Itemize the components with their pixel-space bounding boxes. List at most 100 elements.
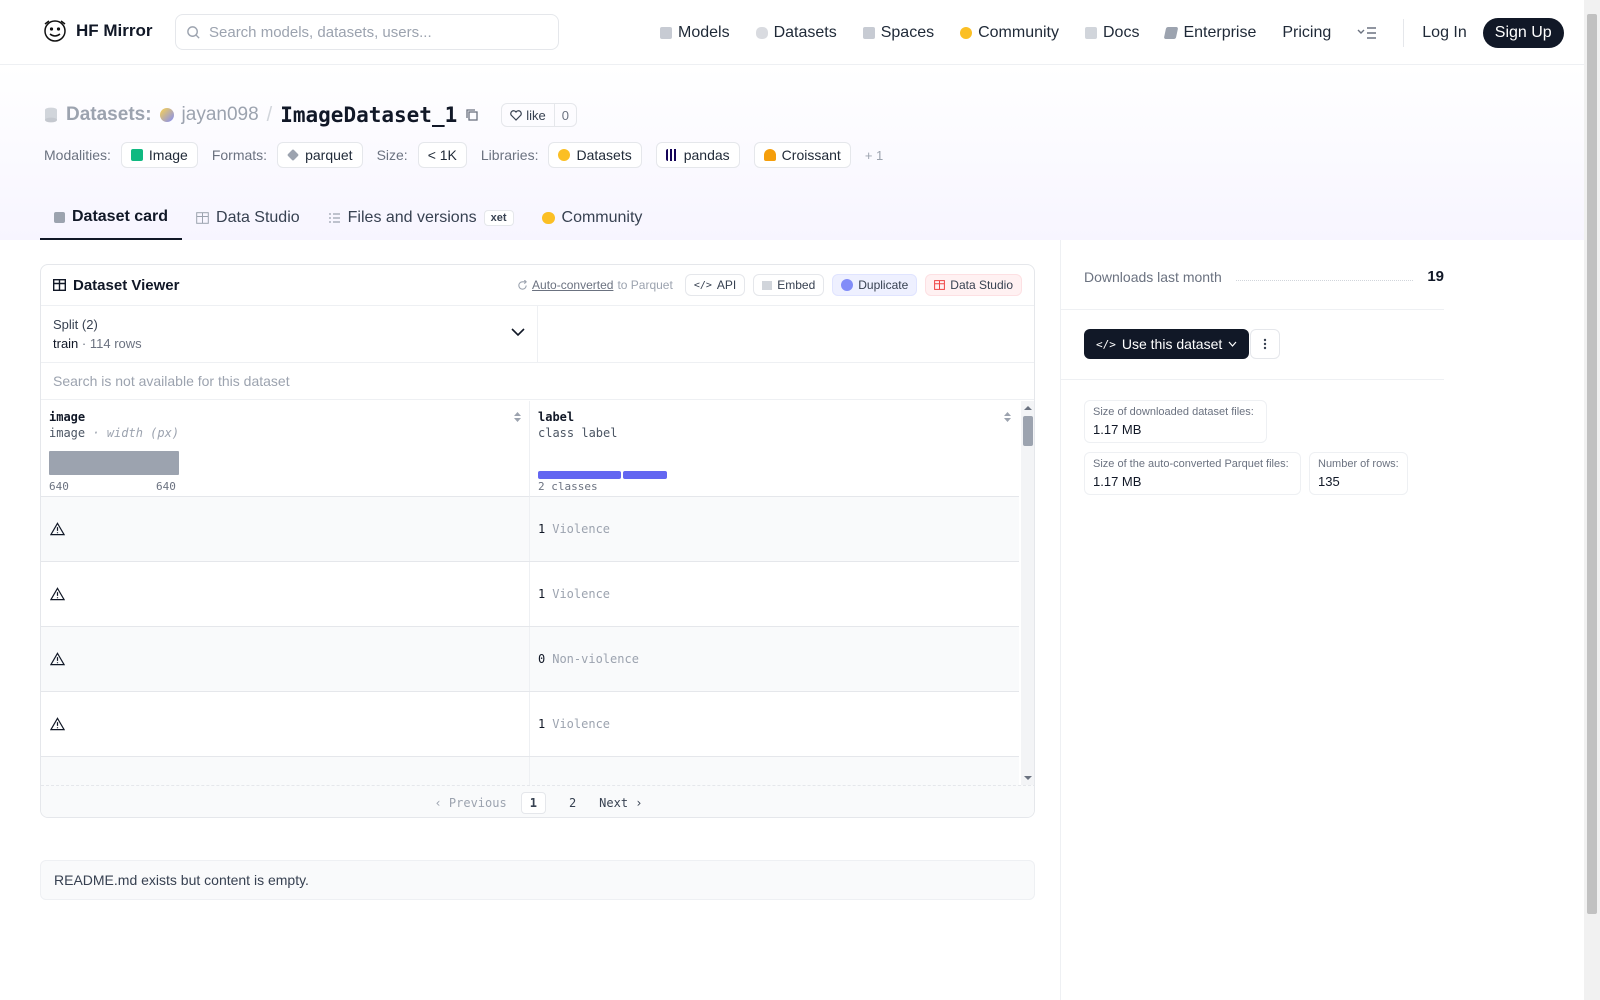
table-row[interactable]: 1 Violence [41, 562, 1019, 627]
tab-data-studio[interactable]: Data Studio [182, 196, 314, 240]
class-code: 1 [538, 717, 546, 731]
stat-value: 135 [1318, 474, 1340, 489]
label-cell[interactable]: 0 Non-violence [530, 627, 1019, 691]
label-cell[interactable]: 1 Violence [530, 497, 1019, 561]
next-label: Next [599, 795, 629, 810]
tag-croissant[interactable]: Croissant [753, 142, 851, 168]
column-type: image · width (px) [49, 426, 180, 440]
tab-community[interactable]: Community [528, 196, 657, 240]
chevron-down-icon [511, 328, 525, 337]
column-header-image[interactable]: image image · width (px) 640 640 [41, 401, 530, 497]
downloads-sparkline [1235, 273, 1414, 281]
nav-pricing[interactable]: Pricing [1282, 24, 1331, 42]
tag-size[interactable]: < 1K [417, 142, 467, 168]
label-cell[interactable]: 1 Violence [530, 692, 1019, 756]
scroll-down-icon[interactable] [1021, 773, 1035, 783]
sidebar-divider [1060, 240, 1061, 1000]
global-search[interactable] [175, 14, 559, 50]
image-cell[interactable] [41, 627, 530, 691]
class-bar-violence[interactable] [538, 471, 621, 479]
nav-docs[interactable]: Docs [1085, 24, 1139, 42]
tab-files[interactable]: Files and versions xet [314, 196, 528, 240]
data-studio-button[interactable]: Data Studio [925, 274, 1022, 296]
tag-datasets[interactable]: Datasets [548, 142, 642, 168]
table-scrollbar[interactable] [1021, 401, 1035, 785]
duplicate-button[interactable]: Duplicate [832, 274, 918, 296]
table-icon [196, 212, 209, 224]
button-label: Duplicate [858, 278, 909, 292]
login-link[interactable]: Log In [1422, 24, 1466, 42]
nav-more[interactable] [1357, 26, 1377, 40]
datasets-icon [755, 26, 768, 39]
image-cell[interactable] [41, 757, 530, 785]
table-scroll-thumb[interactable] [1023, 416, 1033, 446]
like-count: 0 [553, 104, 576, 126]
more-tags[interactable]: + 1 [865, 148, 883, 163]
embed-icon [762, 280, 773, 290]
spaces-icon [862, 26, 875, 39]
use-dataset-button[interactable]: </> Use this dataset [1084, 329, 1250, 359]
page-scrollbar[interactable] [1584, 0, 1600, 1000]
nav-models[interactable]: Models [660, 24, 730, 42]
kebab-icon [1263, 338, 1267, 350]
copy-icon[interactable] [465, 108, 479, 122]
signup-button[interactable]: Sign Up [1482, 17, 1564, 48]
repo-owner[interactable]: jayan098 [182, 104, 259, 126]
brand-logo[interactable]: HF Mirror [42, 18, 153, 44]
nav-datasets[interactable]: Datasets [755, 24, 837, 42]
breadcrumb-separator: / [266, 103, 273, 126]
data-table: image image · width (px) 640 640 label c… [41, 401, 1019, 785]
hist-max: 640 [156, 480, 176, 493]
repo-name[interactable]: ImageDataset_1 [280, 103, 457, 127]
tag-pandas[interactable]: pandas [655, 142, 740, 168]
class-bar-non-violence[interactable] [623, 471, 667, 479]
table-row[interactable]: 1 Violence [41, 497, 1019, 562]
downloads-stat: Downloads last month 19 [1084, 268, 1444, 285]
table-row[interactable]: 1 Violence [41, 692, 1019, 757]
page-1[interactable]: 1 [520, 791, 546, 814]
owner-avatar[interactable] [159, 108, 174, 122]
table-row[interactable]: 0 Non-violence [41, 627, 1019, 692]
tag-label-text: Image [148, 147, 188, 163]
tag-parquet[interactable]: parquet [277, 142, 363, 168]
table-row[interactable] [41, 757, 1019, 785]
label-cell[interactable] [530, 757, 1019, 785]
viewer-header: Dataset Viewer Auto-converted to Parquet… [41, 265, 1034, 306]
sort-icon[interactable] [1003, 411, 1012, 423]
warning-icon [50, 522, 65, 536]
stat-label: Number of rows: [1318, 458, 1399, 470]
chevron-down-icon [1228, 341, 1237, 347]
like-button[interactable]: like 0 [501, 103, 577, 127]
search-input[interactable] [209, 23, 539, 41]
api-button[interactable]: </> API [684, 274, 746, 296]
image-cell[interactable] [41, 692, 530, 756]
embed-button[interactable]: Embed [753, 274, 825, 296]
column-type: class label [538, 426, 618, 440]
repo-type-label[interactable]: Datasets: [66, 104, 152, 126]
previous-page[interactable]: ‹ Previous [434, 796, 506, 810]
nav-community[interactable]: Community [960, 24, 1059, 42]
tab-label: Data Studio [216, 209, 300, 226]
nav-spaces[interactable]: Spaces [862, 24, 934, 42]
column-header-label[interactable]: label class label 2 classes [530, 401, 1019, 497]
auto-converted-link[interactable]: Auto-converted [532, 278, 613, 292]
image-cell[interactable] [41, 562, 530, 626]
brand-name: HF Mirror [76, 21, 153, 40]
tag-image[interactable]: Image [120, 142, 198, 168]
image-cell[interactable] [41, 497, 530, 561]
nav-enterprise[interactable]: Enterprise [1164, 24, 1256, 42]
tab-dataset-card[interactable]: Dataset card [40, 196, 183, 240]
split-value: train · 114 rows [53, 336, 142, 351]
sidebar-separator [1060, 379, 1444, 380]
scroll-up-icon[interactable] [1021, 403, 1035, 413]
label-cell[interactable]: 1 Violence [530, 562, 1019, 626]
split-selector[interactable]: Split (2) train · 114 rows [41, 306, 538, 362]
more-options-button[interactable] [1250, 329, 1280, 359]
sort-icon[interactable] [513, 411, 522, 423]
page-2[interactable]: 2 [560, 792, 585, 814]
next-page[interactable]: Next › [599, 796, 642, 810]
dataset-icon [45, 107, 57, 123]
tab-label: Dataset card [72, 208, 169, 225]
viewer-search-input[interactable] [53, 373, 953, 389]
page-scroll-thumb[interactable] [1587, 14, 1597, 914]
